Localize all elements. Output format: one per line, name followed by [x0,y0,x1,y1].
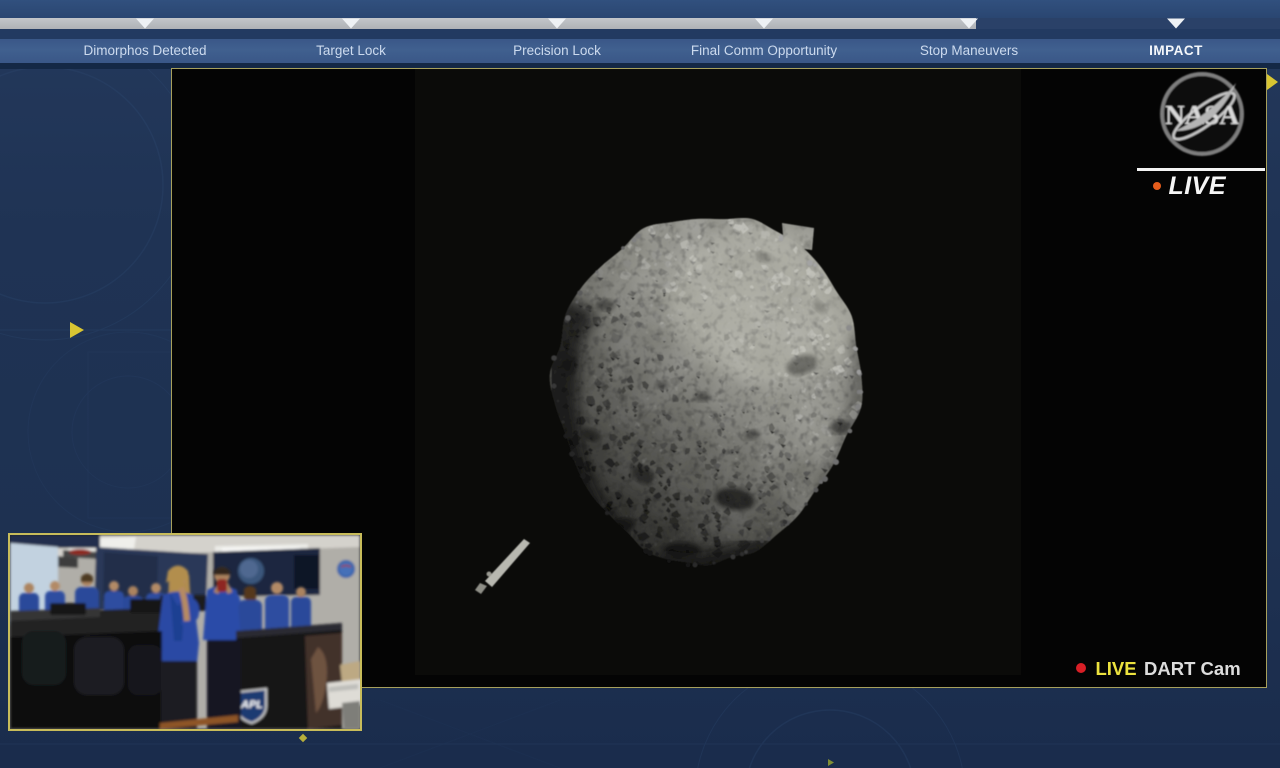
svg-text:APL: APL [240,699,263,711]
svg-text:NASA: NASA [1165,100,1240,130]
